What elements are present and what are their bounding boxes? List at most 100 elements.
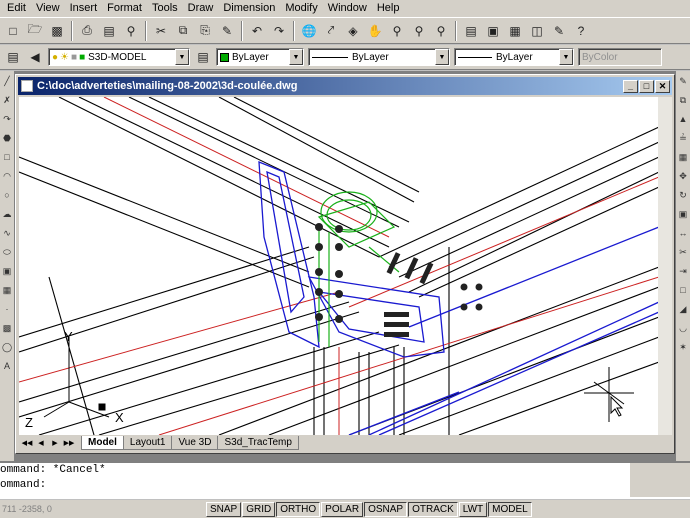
polar-toggle[interactable]: POLAR [321, 501, 364, 517]
menu-modify[interactable]: Modify [280, 0, 322, 17]
menu-dimension[interactable]: Dimension [218, 0, 280, 17]
insert-block-icon[interactable]: ▣ [1, 266, 13, 280]
last-tab-icon[interactable]: ▶▶ [63, 437, 75, 449]
spline-icon[interactable]: ∿ [1, 228, 13, 242]
explode-icon[interactable]: ✶ [677, 342, 689, 356]
polygon-icon[interactable]: ⬣ [1, 133, 13, 147]
designcenter-icon[interactable]: ▣ [483, 21, 503, 41]
arc-icon[interactable]: ◠ [1, 171, 13, 185]
tab-layout1[interactable]: Layout1 [122, 436, 173, 450]
copy-object-icon[interactable]: ⧉ [677, 95, 689, 109]
maximize-button[interactable]: □ [639, 79, 654, 93]
redo-icon[interactable]: ↷ [269, 21, 289, 41]
circle-icon[interactable]: ○ [1, 190, 13, 204]
dbconnect-icon[interactable]: ◫ [527, 21, 547, 41]
menu-window[interactable]: Window [323, 0, 372, 17]
preview-icon[interactable]: ▤ [99, 21, 119, 41]
command-window[interactable]: ommand: *Cancel* ommand: [0, 461, 690, 499]
array-icon[interactable]: ▦ [677, 152, 689, 166]
chevron-down-icon[interactable]: ▼ [559, 49, 573, 65]
copy-icon[interactable]: ⧉ [173, 21, 193, 41]
tab-s3d-tractemp[interactable]: S3d_TracTemp [217, 436, 299, 450]
chevron-down-icon[interactable]: ▼ [289, 49, 303, 65]
menu-edit[interactable]: Edit [2, 0, 31, 17]
open-icon[interactable]: 🗁 [25, 21, 45, 41]
make-block-icon[interactable]: ▦ [1, 285, 13, 299]
mirror-icon[interactable]: ▲ [677, 114, 689, 128]
ucs-icon[interactable]: ⤤ [321, 21, 341, 41]
menu-help[interactable]: Help [372, 0, 405, 17]
match-properties-icon[interactable]: ✎ [217, 21, 237, 41]
cloud-icon[interactable]: ☁ [1, 209, 13, 223]
new-icon[interactable]: □ [3, 21, 23, 41]
tab-model[interactable]: Model [81, 436, 124, 450]
offset-icon[interactable]: ≟ [677, 133, 689, 147]
vertical-scrollbar[interactable] [658, 97, 672, 435]
text-icon[interactable]: A [1, 361, 13, 375]
command-prompt[interactable]: ommand: [0, 478, 690, 493]
print-icon[interactable]: ⎙ [77, 21, 97, 41]
stretch-icon[interactable]: ↔ [677, 228, 689, 242]
hatch-icon[interactable]: ▩ [1, 323, 13, 337]
fillet-icon[interactable]: ◡ [677, 323, 689, 337]
cut-icon[interactable]: ✂ [151, 21, 171, 41]
make-current-layer-icon[interactable]: ▤ [193, 47, 213, 67]
pan-icon[interactable]: ✋ [365, 21, 385, 41]
close-button[interactable]: ✕ [655, 79, 670, 93]
help-icon[interactable]: ? [571, 21, 591, 41]
chevron-down-icon[interactable]: ▼ [435, 49, 449, 65]
lwt-toggle[interactable]: LWT [458, 501, 488, 517]
point-icon[interactable]: · [1, 304, 13, 318]
plotstyle-dropdown[interactable]: ByColor [578, 48, 662, 66]
undo-icon[interactable]: ↶ [247, 21, 267, 41]
polyline-icon[interactable]: ↷ [1, 114, 13, 128]
drawing-titlebar[interactable]: C:\doc\adverteties\mailing-08-2002\3d-co… [18, 77, 672, 95]
construction-line-icon[interactable]: ✗ [1, 95, 13, 109]
first-tab-icon[interactable]: ◀◀ [21, 437, 33, 449]
snap-toggle[interactable]: SNAP [206, 501, 242, 517]
rotate-icon[interactable]: ↻ [677, 190, 689, 204]
command-scrollbar[interactable] [630, 463, 690, 497]
chamfer-icon[interactable]: ◢ [677, 304, 689, 318]
lineweight-dropdown[interactable]: ByLayer ▼ [454, 48, 574, 66]
paste-icon[interactable]: ⎘ [195, 21, 215, 41]
zoom-realtime-icon[interactable]: ⚲ [387, 21, 407, 41]
extend-icon[interactable]: ⇥ [677, 266, 689, 280]
menu-insert[interactable]: Insert [65, 0, 103, 17]
linetype-dropdown[interactable]: ByLayer ▼ [308, 48, 450, 66]
find-icon[interactable]: ⚲ [121, 21, 141, 41]
ellipse-icon[interactable]: ⬭ [1, 247, 13, 261]
save-icon[interactable]: ▩ [47, 21, 67, 41]
hyperlink-icon[interactable]: 🌐 [299, 21, 319, 41]
prev-tab-icon[interactable]: ◀ [35, 437, 47, 449]
properties-icon[interactable]: ▤ [461, 21, 481, 41]
color-dropdown[interactable]: ByLayer ▼ [216, 48, 304, 66]
chevron-down-icon[interactable]: ▼ [175, 49, 189, 65]
layer-dropdown[interactable]: ● ☀ ■ ■ S3D-MODEL ▼ [48, 48, 190, 66]
grid-toggle[interactable]: GRID [242, 501, 276, 517]
tab-vue-3d[interactable]: Vue 3D [171, 436, 219, 450]
minimize-button[interactable]: _ [623, 79, 638, 93]
toolpalette-icon[interactable]: ▦ [505, 21, 525, 41]
model-space-canvas[interactable]: Y X Z [19, 97, 659, 435]
next-tab-icon[interactable]: ▶ [49, 437, 61, 449]
layer-manager-icon[interactable]: ▤ [3, 47, 23, 67]
menu-tools[interactable]: Tools [147, 0, 183, 17]
dist-icon[interactable]: ◈ [343, 21, 363, 41]
layer-state-icon[interactable]: ◀ [25, 47, 45, 67]
model-toggle[interactable]: MODEL [488, 501, 532, 517]
markup-icon[interactable]: ✎ [549, 21, 569, 41]
menu-draw[interactable]: Draw [183, 0, 219, 17]
menu-view[interactable]: View [31, 0, 65, 17]
otrack-toggle[interactable]: OTRACK [408, 501, 458, 517]
zoom-previous-icon[interactable]: ⚲ [431, 21, 451, 41]
rectangle-icon[interactable]: □ [1, 152, 13, 166]
zoom-window-icon[interactable]: ⚲ [409, 21, 429, 41]
erase-icon[interactable]: ✎ [677, 76, 689, 90]
move-icon[interactable]: ✥ [677, 171, 689, 185]
scale-icon[interactable]: ▣ [677, 209, 689, 223]
line-icon[interactable]: ╱ [1, 76, 13, 90]
osnap-toggle[interactable]: OSNAP [364, 501, 408, 517]
trim-icon[interactable]: ✂ [677, 247, 689, 261]
break-icon[interactable]: □ [677, 285, 689, 299]
